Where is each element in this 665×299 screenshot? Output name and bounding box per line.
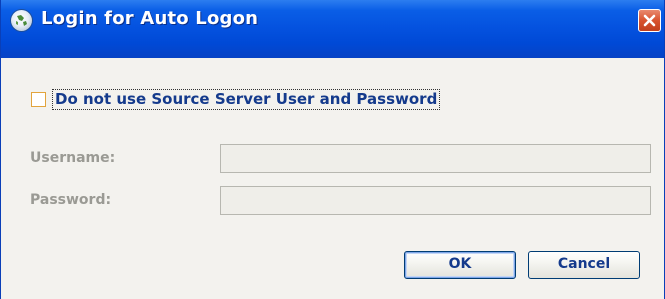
close-button[interactable] — [638, 9, 661, 32]
password-label: Password: — [30, 192, 112, 208]
close-icon — [643, 14, 656, 27]
do-not-use-source-checkbox[interactable] — [31, 92, 46, 107]
title-bar[interactable]: Login for Auto Logon — [1, 0, 664, 58]
dialog-title: Login for Auto Logon — [41, 8, 259, 29]
ok-button[interactable]: OK — [404, 251, 516, 279]
login-dialog: Login for Auto Logon Do not use Source S… — [0, 0, 665, 299]
cancel-button[interactable]: Cancel — [528, 251, 640, 279]
dialog-body: Do not use Source Server User and Passwo… — [1, 58, 664, 299]
app-globe-icon — [11, 10, 32, 31]
username-field[interactable] — [220, 144, 651, 173]
username-label: Username: — [30, 150, 116, 166]
password-field[interactable] — [220, 186, 651, 215]
do-not-use-source-label[interactable]: Do not use Source Server User and Passwo… — [51, 89, 441, 110]
